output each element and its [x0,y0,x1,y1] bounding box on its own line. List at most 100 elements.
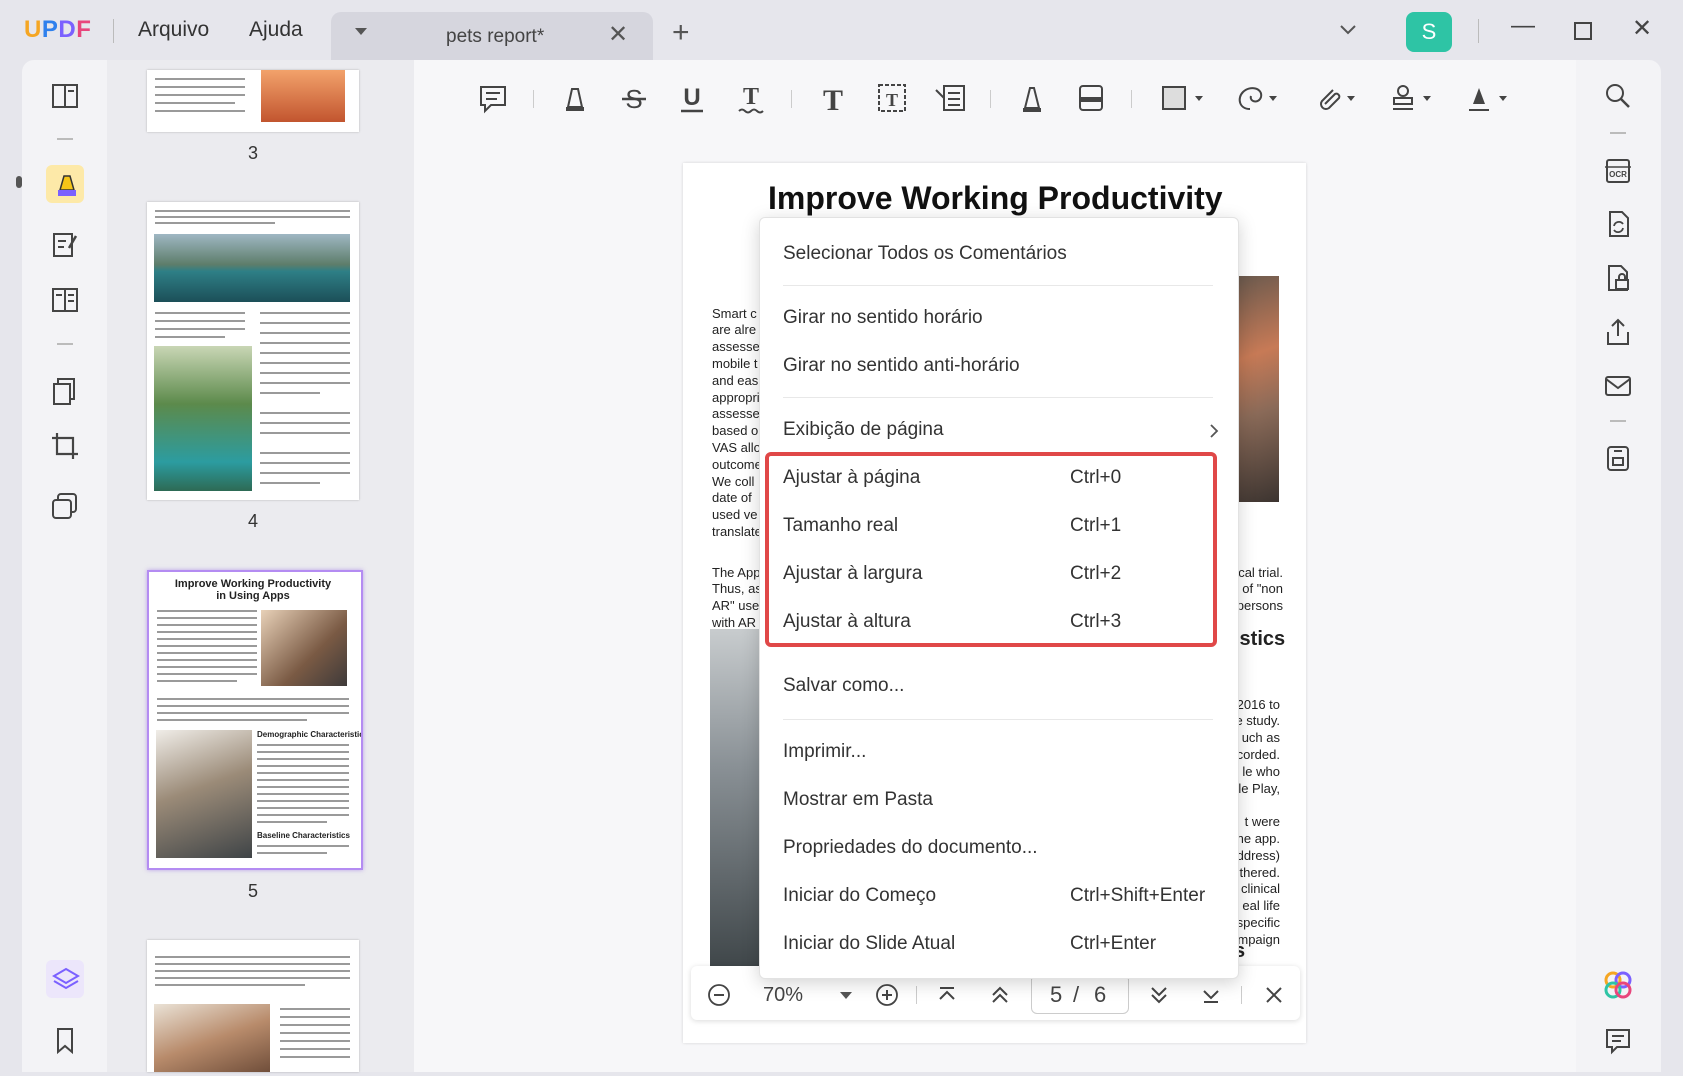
layers-icon[interactable] [50,964,82,996]
page-photo-1 [1238,276,1279,502]
tab-close-icon[interactable]: ✕ [608,20,628,49]
convert-icon[interactable] [1602,208,1634,240]
zoom-in-icon[interactable] [875,983,899,1007]
menu-separator [783,397,1213,398]
reader-mode-icon[interactable] [49,80,81,112]
submenu-chevron-right-icon [1210,424,1219,438]
menu-item-rotate-counterclockwise[interactable]: Girar no sentido anti-horário [783,355,1020,377]
highlight-icon[interactable] [557,80,593,116]
strikethrough-icon[interactable]: S [616,80,652,116]
ai-assistant-icon[interactable] [1601,968,1635,1002]
thumbnail-page-3[interactable] [147,70,359,132]
save-icon[interactable] [1602,442,1634,474]
page-separator: / [1073,982,1080,1007]
expand-tabs-chevron-icon[interactable] [1338,20,1358,40]
close-zoombar-icon[interactable] [1262,983,1286,1007]
left-divider-2 [57,343,73,345]
text-icon[interactable]: T [815,80,851,116]
shape-icon[interactable] [1159,80,1207,116]
zoom-level[interactable]: 70% [763,984,803,1007]
pencil-icon[interactable] [1014,80,1050,116]
ocr-icon[interactable]: OCR [1602,154,1634,186]
current-page-input[interactable]: 5 [1050,982,1062,1008]
page-photo-2 [710,629,760,969]
first-page-icon[interactable] [935,983,959,1007]
menu-item-show-in-folder[interactable]: Mostrar em Pasta [783,789,933,811]
batch-icon[interactable] [49,490,81,522]
zoom-out-icon[interactable] [707,983,731,1007]
zoombar-divider [916,986,917,1004]
updf-logo: UPDF [24,16,92,43]
user-avatar[interactable]: S [1406,12,1452,52]
menu-item-save-as[interactable]: Salvar como... [783,675,904,697]
textbox-icon[interactable]: T [874,80,910,116]
title-divider [113,19,114,43]
menu-item-select-all-comments[interactable]: Selecionar Todos os Comentários [783,243,1067,265]
form-icon[interactable] [49,284,81,316]
right-divider [1610,132,1626,134]
menu-item-print[interactable]: Imprimir... [783,741,866,763]
previous-page-icon[interactable] [988,983,1012,1007]
bookmark-icon[interactable] [49,1024,81,1056]
toolbar-divider [990,90,991,108]
minimize-icon[interactable]: — [1511,12,1535,40]
zoombar-divider-2 [1241,986,1242,1004]
next-page-icon[interactable] [1147,983,1171,1007]
maximize-icon[interactable] [1574,22,1592,40]
menu-item-document-properties[interactable]: Propriedades do documento... [783,837,1038,859]
menu-ajuda[interactable]: Ajuda [249,18,303,42]
lasso-icon[interactable] [1233,80,1281,116]
organize-pages-icon[interactable] [49,375,81,407]
zoom-dropdown-icon[interactable] [840,992,852,999]
eraser-icon[interactable] [1073,80,1109,116]
page-title: Improve Working Productivity [768,180,1223,216]
protect-icon[interactable] [1602,262,1634,294]
menu-item-start-from-beginning[interactable]: Iniciar do Começo [783,885,936,907]
left-panel-handle[interactable] [16,176,22,188]
signature-icon[interactable] [1463,80,1511,116]
stamp-icon[interactable] [1387,80,1435,116]
section-heading: istics [1234,628,1286,650]
thumbnail-label: 4 [247,511,258,531]
shortcut-start-from-current-slide: Ctrl+Enter [1070,933,1157,954]
right-divider-2 [1610,420,1626,422]
attachment-icon[interactable] [1311,80,1359,116]
share-icon[interactable] [1602,316,1634,348]
thumbnail-page-5[interactable]: Improve Working Productivity in Using Ap… [147,570,363,870]
close-window-icon[interactable]: ✕ [1632,14,1652,43]
comment-icon[interactable] [475,80,511,116]
tab-title[interactable]: pets report* [446,26,544,48]
thumbnail-page-6[interactable] [147,940,359,1072]
comments-panel-icon[interactable] [1602,1024,1634,1056]
svg-text:T: T [743,84,759,110]
toolbar-divider [533,90,534,108]
squiggly-icon[interactable]: T [733,80,769,116]
toolbar-divider [791,90,792,108]
menu-arquivo[interactable]: Arquivo [138,18,209,42]
red-highlight-box [765,452,1217,647]
body-column-1: Smart c are alre assesse mobile t and eas app… [712,305,762,539]
thumbnail-heading: Demographic Characteristics [257,730,363,739]
thumbnail-page-4[interactable] [147,202,359,500]
thumbnail-title: Improve Working Productivity in Using Ap… [174,578,332,602]
menu-item-rotate-clockwise[interactable]: Girar no sentido horário [783,307,983,329]
tab-chevron-down-icon[interactable] [355,28,367,35]
thumbnail-label: 5 [247,881,258,901]
last-page-icon[interactable] [1199,983,1223,1007]
comment-mode-icon[interactable] [50,168,82,200]
search-icon[interactable] [1602,80,1634,112]
menu-separator [783,719,1213,720]
crop-icon[interactable] [49,430,81,462]
text-callout-icon[interactable] [932,80,968,116]
menu-item-page-display[interactable]: Exibição de página [783,419,944,441]
menu-item-start-from-current-slide[interactable]: Iniciar do Slide Atual [783,933,955,955]
svg-text:OCR: OCR [1609,170,1627,179]
new-tab-icon[interactable]: + [672,18,690,48]
underline-icon[interactable]: U [674,80,710,116]
thumbnail-label: 3 [247,143,258,163]
page-number-box[interactable] [1031,974,1129,1014]
edit-pdf-icon[interactable] [49,228,81,260]
left-divider [57,138,73,140]
email-icon[interactable] [1602,370,1634,402]
svg-text:U: U [683,84,700,111]
